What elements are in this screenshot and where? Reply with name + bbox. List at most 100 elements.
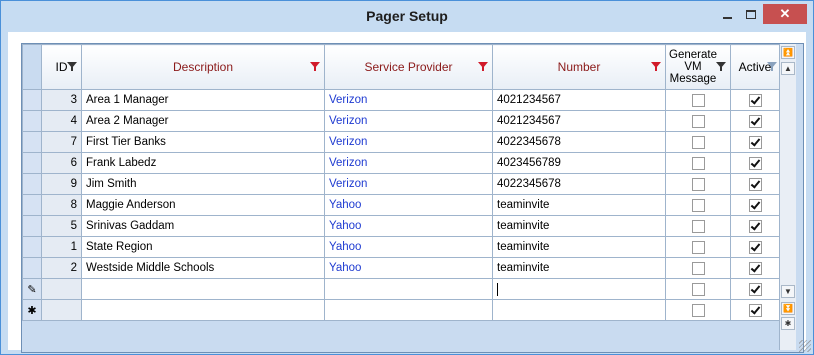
generate-vm-checkbox[interactable] (691, 93, 705, 107)
header-generate-vm-message[interactable]: Generate VM Message (665, 44, 731, 90)
table-row[interactable]: 6 Frank Labedz Verizon 4023456789 (22, 152, 780, 174)
row-selector[interactable] (22, 89, 42, 111)
active-checkbox[interactable] (748, 114, 762, 128)
cell-generate-vm[interactable] (665, 299, 731, 321)
cell-service-provider[interactable]: Yahoo (324, 257, 493, 279)
vertical-scrollbar[interactable]: ⏫ ▲ ▼ ⏬ ✱ (779, 44, 796, 350)
header-number[interactable]: Number (492, 44, 666, 90)
cell-number[interactable]: teaminvite (492, 236, 666, 258)
filter-icon[interactable] (767, 62, 777, 71)
active-checkbox[interactable] (748, 282, 762, 296)
filter-icon[interactable] (651, 62, 661, 71)
table-row[interactable]: 7 First Tier Banks Verizon 4022345678 (22, 131, 780, 153)
cell-active[interactable] (730, 215, 780, 237)
minimize-button[interactable] (715, 4, 739, 24)
cell-number[interactable]: teaminvite (492, 215, 666, 237)
active-checkbox[interactable] (748, 93, 762, 107)
scroll-new-row-button[interactable]: ✱ (781, 317, 795, 330)
cell-generate-vm[interactable] (665, 173, 731, 195)
table-row[interactable]: 1 State Region Yahoo teaminvite (22, 236, 780, 258)
cell-id[interactable]: 6 (41, 152, 82, 174)
active-checkbox[interactable] (748, 303, 762, 317)
generate-vm-checkbox[interactable] (691, 198, 705, 212)
header-service-provider[interactable]: Service Provider (324, 44, 493, 90)
active-checkbox[interactable] (748, 219, 762, 233)
cell-number[interactable] (492, 278, 666, 300)
cell-service-provider[interactable] (324, 278, 493, 300)
generate-vm-checkbox[interactable] (691, 156, 705, 170)
cell-number[interactable]: 4022345678 (492, 173, 666, 195)
row-selector[interactable] (22, 152, 42, 174)
cell-active[interactable] (730, 278, 780, 300)
row-selector[interactable]: ✱ (22, 299, 42, 321)
scroll-top-button[interactable]: ⏫ (781, 46, 795, 59)
cell-id[interactable]: 2 (41, 257, 82, 279)
cell-description[interactable]: Frank Labedz (81, 152, 325, 174)
cell-id[interactable]: 9 (41, 173, 82, 195)
cell-description[interactable]: Westside Middle Schools (81, 257, 325, 279)
cell-service-provider[interactable]: Verizon (324, 152, 493, 174)
cell-generate-vm[interactable] (665, 131, 731, 153)
cell-service-provider[interactable]: Verizon (324, 110, 493, 132)
cell-generate-vm[interactable] (665, 278, 731, 300)
filter-icon[interactable] (310, 62, 320, 71)
active-checkbox[interactable] (748, 198, 762, 212)
filter-icon[interactable] (716, 62, 726, 71)
cell-number[interactable]: 4021234567 (492, 110, 666, 132)
generate-vm-checkbox[interactable] (691, 282, 705, 296)
cell-generate-vm[interactable] (665, 152, 731, 174)
filter-icon[interactable] (67, 62, 77, 71)
cell-active[interactable] (730, 110, 780, 132)
active-checkbox[interactable] (748, 156, 762, 170)
cell-id[interactable]: 3 (41, 89, 82, 111)
new-row-editing[interactable]: ✎ (22, 278, 780, 300)
cell-service-provider[interactable]: Verizon (324, 173, 493, 195)
row-selector[interactable] (22, 215, 42, 237)
table-row[interactable]: 5 Srinivas Gaddam Yahoo teaminvite (22, 215, 780, 237)
table-row[interactable]: 9 Jim Smith Verizon 4022345678 (22, 173, 780, 195)
cell-number[interactable]: teaminvite (492, 257, 666, 279)
cell-active[interactable] (730, 194, 780, 216)
cell-description[interactable]: Area 2 Manager (81, 110, 325, 132)
cell-description[interactable] (81, 299, 325, 321)
row-selector[interactable] (22, 194, 42, 216)
filter-icon[interactable] (478, 62, 488, 71)
new-row[interactable]: ✱ (22, 299, 780, 321)
cell-service-provider[interactable]: Verizon (324, 131, 493, 153)
cell-generate-vm[interactable] (665, 194, 731, 216)
row-selector[interactable] (22, 236, 42, 258)
scroll-bottom-button[interactable]: ⏬ (781, 302, 795, 315)
cell-generate-vm[interactable] (665, 215, 731, 237)
cell-service-provider[interactable]: Yahoo (324, 215, 493, 237)
cell-number[interactable]: teaminvite (492, 194, 666, 216)
active-checkbox[interactable] (748, 135, 762, 149)
close-button[interactable]: ✕ (763, 4, 807, 24)
header-id[interactable]: ID (41, 44, 82, 90)
cell-service-provider[interactable]: Verizon (324, 89, 493, 111)
active-checkbox[interactable] (748, 177, 762, 191)
cell-description[interactable]: Area 1 Manager (81, 89, 325, 111)
maximize-button[interactable] (739, 4, 763, 24)
cell-id[interactable]: 5 (41, 215, 82, 237)
cell-generate-vm[interactable] (665, 236, 731, 258)
cell-id[interactable]: 7 (41, 131, 82, 153)
table-row[interactable]: 4 Area 2 Manager Verizon 4021234567 (22, 110, 780, 132)
table-row[interactable]: 3 Area 1 Manager Verizon 4021234567 (22, 89, 780, 111)
title-bar[interactable]: Pager Setup ✕ (1, 1, 813, 31)
cell-generate-vm[interactable] (665, 89, 731, 111)
cell-service-provider[interactable] (324, 299, 493, 321)
resize-grip[interactable] (799, 340, 811, 352)
generate-vm-checkbox[interactable] (691, 303, 705, 317)
cell-active[interactable] (730, 89, 780, 111)
cell-service-provider[interactable]: Yahoo (324, 236, 493, 258)
cell-active[interactable] (730, 299, 780, 321)
header-description[interactable]: Description (81, 44, 325, 90)
row-selector[interactable] (22, 131, 42, 153)
cell-number[interactable]: 4021234567 (492, 89, 666, 111)
table-row[interactable]: 2 Westside Middle Schools Yahoo teaminvite (22, 257, 780, 279)
generate-vm-checkbox[interactable] (691, 219, 705, 233)
scroll-down-button[interactable]: ▼ (781, 285, 795, 298)
active-checkbox[interactable] (748, 261, 762, 275)
cell-active[interactable] (730, 152, 780, 174)
cell-description[interactable]: Jim Smith (81, 173, 325, 195)
